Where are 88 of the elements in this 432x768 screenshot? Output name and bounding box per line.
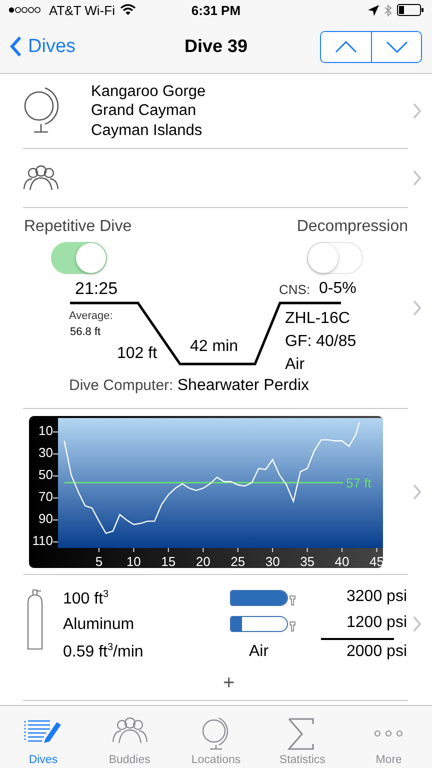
back-chevron-icon	[10, 36, 22, 57]
pressure-reading: 1200 psi	[346, 614, 407, 632]
y-tick-label: 50	[38, 466, 53, 482]
y-tick-label: 10	[38, 422, 53, 438]
location-line: Cayman Islands	[91, 120, 204, 140]
x-tick-label: 15	[161, 554, 176, 568]
up-chevron-icon	[335, 40, 357, 52]
carrier-name: AT&T Wi-Fi	[49, 2, 115, 18]
y-tick-label: 90	[38, 510, 53, 526]
tank-icon	[25, 587, 45, 651]
x-tick-label: 35	[300, 554, 315, 568]
entry-time: 21:25	[75, 279, 118, 299]
more-icon	[374, 730, 404, 737]
add-button[interactable]: +	[223, 672, 235, 695]
x-tick-mark	[306, 547, 308, 552]
x-tick-mark	[202, 547, 204, 552]
valve-icon	[289, 621, 296, 632]
chevron-icon	[412, 482, 422, 500]
next-button[interactable]	[371, 32, 421, 62]
y-tick-mark	[52, 452, 58, 454]
gas-mix: Air	[249, 643, 269, 661]
x-tick-mark	[98, 547, 100, 552]
y-tick-label: 110	[32, 532, 53, 548]
nav-title: Dive 39	[184, 36, 248, 56]
y-tick-label: 70	[38, 488, 53, 504]
chevron-icon	[412, 299, 422, 317]
average-depth: 56.8 ft	[70, 326, 101, 338]
battery-icon	[397, 4, 424, 16]
location-line: Grand Cayman	[91, 101, 198, 121]
y-tick-mark	[52, 430, 58, 432]
pressure-used: 2000 psi	[346, 643, 407, 661]
valve-icon	[289, 595, 296, 606]
location-line: Kangaroo Gorge	[91, 82, 206, 102]
wifi-icon	[120, 4, 136, 16]
y-tick-label: 30	[38, 444, 53, 460]
toggle-switch[interactable]	[307, 242, 363, 274]
x-tick-mark	[342, 547, 343, 552]
x-tick-mark	[133, 547, 134, 552]
cns-value: 0-5%	[319, 280, 356, 298]
x-tick-label: 10	[126, 554, 141, 568]
x-tick-label: 25	[230, 554, 246, 568]
x-tick-mark	[237, 547, 238, 552]
pressure-reading: 3200 psi	[346, 588, 407, 606]
x-tick-label: 40	[334, 554, 350, 568]
x-tick-label: 45	[370, 554, 384, 568]
average-label: Average:	[69, 310, 113, 322]
status-time: 6:31 PM	[191, 2, 241, 18]
x-tick-label: 5	[95, 554, 103, 568]
tab-item[interactable]: Locations	[172, 706, 260, 768]
toggle-switch[interactable]	[51, 242, 107, 274]
gradient-factors: GF: 40/85	[285, 333, 356, 351]
chevron-icon	[412, 102, 422, 120]
x-tick-mark	[272, 547, 274, 552]
tab-item[interactable]: Dives	[0, 706, 86, 768]
y-tick-mark	[52, 474, 58, 476]
x-tick-mark	[168, 547, 169, 552]
tab-item[interactable]: More	[346, 706, 432, 768]
y-tick-mark	[52, 540, 58, 542]
globe-icon	[23, 87, 61, 135]
bluetooth-icon	[384, 4, 392, 16]
tab-item[interactable]: Statistics	[259, 706, 346, 768]
cns-label: CNS:	[279, 282, 310, 297]
toggle-label: Decompression	[296, 218, 408, 236]
location-row[interactable]: Kangaroo Gorge Grand Cayman Cayman Islands	[23, 74, 408, 149]
toggle-label: Repetitive Dive	[24, 218, 132, 236]
previous-button[interactable]	[321, 32, 371, 62]
y-tick-mark	[52, 496, 58, 498]
down-chevron-icon	[386, 40, 408, 52]
max-depth: 102 ft	[117, 345, 158, 363]
previous-next-control[interactable]	[320, 30, 422, 62]
algorithm: ZHL-16C	[285, 310, 350, 328]
gas-mix: Air	[285, 356, 305, 374]
y-tick-mark	[52, 518, 58, 520]
tank-size: 100 ft$^{3}$	[63, 589, 109, 608]
chevron-icon	[412, 615, 422, 633]
people-icon	[23, 165, 59, 191]
consumption-rate: 0.59 ft$^{3}$/min	[63, 642, 144, 662]
x-tick-label: 20	[196, 554, 210, 568]
tank-material: Aluminum	[63, 616, 134, 634]
dive-computer: Dive Computer: Shearwater Perdix	[69, 377, 309, 395]
average-label: 57 ft	[346, 475, 372, 490]
back-button[interactable]: Dives	[10, 36, 76, 58]
dive-duration: 42 min	[190, 338, 238, 356]
chevron-icon	[412, 169, 422, 187]
x-tick-label: 30	[265, 554, 280, 568]
tab-item[interactable]: Buddies	[86, 706, 173, 768]
x-tick-mark	[376, 547, 378, 552]
location-arrow-icon	[368, 4, 379, 16]
